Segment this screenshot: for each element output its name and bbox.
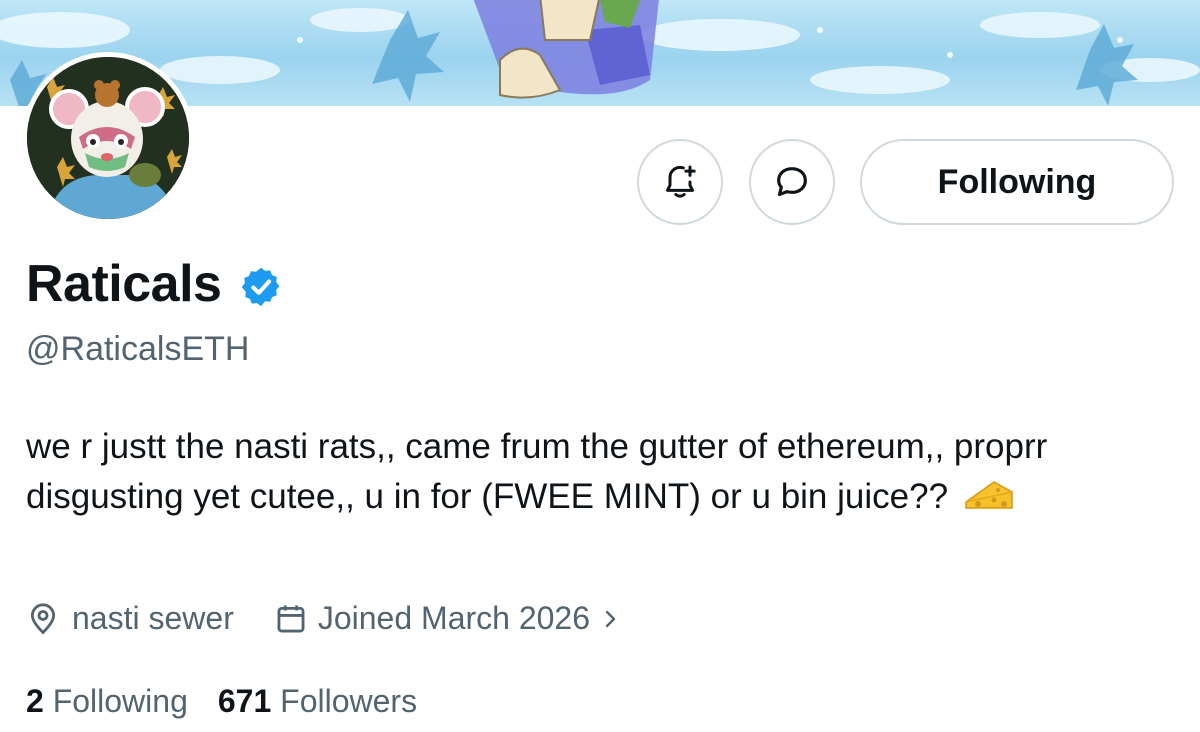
calendar-icon xyxy=(277,605,305,632)
verified-badge-icon[interactable] xyxy=(239,262,283,307)
following-count-link[interactable]: 2 Following xyxy=(26,683,188,720)
display-name-text: Raticals xyxy=(26,255,222,313)
profile-stats: 2 Following 671 Followers xyxy=(26,683,417,720)
profile-handle: @RaticalsETH xyxy=(26,330,250,368)
following-label: Following xyxy=(52,683,188,719)
bell-plus-icon xyxy=(666,165,696,198)
joined-date[interactable]: Joined March 2026 xyxy=(274,600,622,637)
followers-count-link[interactable]: 671 Followers xyxy=(218,683,417,720)
avatar-image xyxy=(27,57,189,219)
notifications-button[interactable] xyxy=(637,139,723,225)
followers-label: Followers xyxy=(280,683,418,719)
profile-meta: nasti sewer Joined March 2026 xyxy=(26,600,622,637)
location-pin-icon xyxy=(30,602,56,634)
following-button[interactable]: Following xyxy=(860,139,1174,225)
profile-bio: we r justt the nasti rats,, came frum th… xyxy=(26,422,1176,526)
profile-avatar[interactable] xyxy=(22,52,194,224)
following-button-label: Following xyxy=(937,162,1097,201)
location: nasti sewer xyxy=(26,600,234,637)
display-name: Raticals xyxy=(26,254,283,314)
followers-count: 671 xyxy=(217,683,272,719)
chevron-right-icon xyxy=(605,610,616,627)
chat-bubble-icon xyxy=(777,167,807,197)
message-button[interactable] xyxy=(749,139,835,225)
bio-text: we r justt the nasti rats,, came frum th… xyxy=(26,427,1048,516)
cheese-emoji-icon xyxy=(964,476,1014,526)
joined-text: Joined March 2026 xyxy=(317,600,591,636)
location-text: nasti sewer xyxy=(72,600,234,636)
following-count: 2 xyxy=(26,683,44,719)
